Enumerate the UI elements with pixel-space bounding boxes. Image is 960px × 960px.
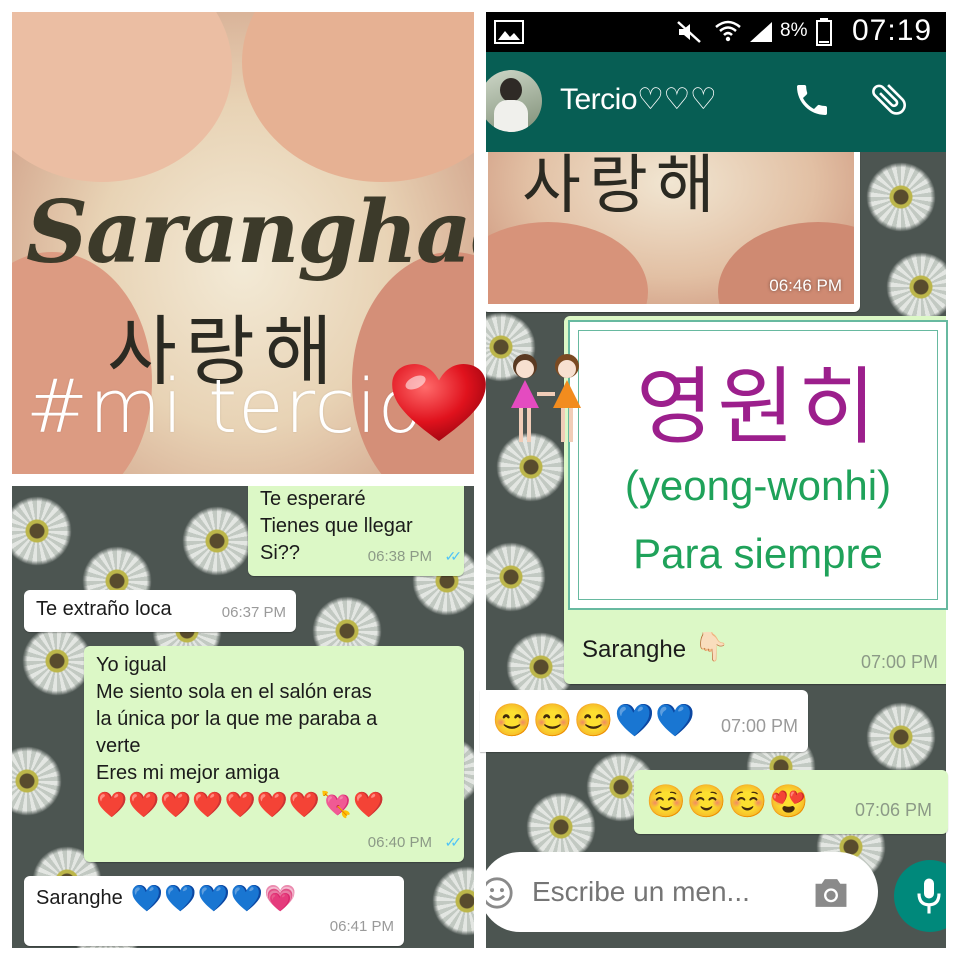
image-korean-text: 사랑해 [522,152,723,223]
status-time: 07:19 [852,14,933,47]
red-heart-sticker [392,363,486,442]
message-line: la única por la que me paraba a [96,708,378,730]
mic-icon [917,878,941,914]
message-line: Saranghe [36,886,123,909]
two-girls-emoji [511,354,581,442]
camera-icon[interactable] [812,876,850,910]
message-time: 07:00 PM [720,716,798,736]
phone-icon[interactable] [792,80,832,120]
contact-name[interactable]: Tercio♡♡♡ [560,82,717,117]
right-hand-shape [242,12,474,182]
message-bubble-in[interactable]: Saranghe 💙💙💙💙💗 06:41 PM [24,876,404,946]
battery-percent: 8% [780,20,808,41]
message-line: Me siento sola en el salón eras [96,681,372,703]
card-romanization: (yeong-wonhi) [624,462,892,509]
blue-heart-emojis: 💙💙💙💙💗 [130,883,298,913]
message-line: Te esperaré [260,488,366,510]
double-check-icon: ✓✓ [444,548,463,564]
chat-header: Tercio♡♡♡ [486,52,946,152]
message-time: 06:40 PM [367,834,432,851]
message-bubble-out[interactable]: Yo igual Me siento sola en el salón eras… [84,646,464,862]
message-line: Eres mi mejor amiga [96,762,280,784]
mute-icon [677,21,701,43]
message-input[interactable] [532,874,782,910]
card-korean-word: 영원히 [636,358,880,456]
composer-bar [486,852,946,948]
image-thumbnail: 사랑해 06:46 PM [488,152,854,304]
emoji-icon[interactable] [486,876,514,910]
signal-icon [750,22,772,42]
message-time: 06:41 PM [329,918,394,935]
saranghae-title: Saranghae [26,182,474,283]
battery-icon [816,18,832,46]
status-bar: 8% 07:19 [486,12,946,52]
message-bubble-out[interactable]: ☺️☺️☺️😍 07:06 PM [634,770,948,834]
paperclip-icon[interactable] [868,78,910,120]
card-translation: Para siempre [633,530,883,577]
image-message[interactable]: 사랑해 06:46 PM [486,152,860,312]
avatar[interactable] [486,70,542,132]
hashtag-text: #mi tercio [26,364,425,450]
message-input-pill[interactable] [486,852,878,932]
pointing-down-emoji: 👇🏻 [694,631,729,662]
message-line: verte [96,735,141,757]
left-hand-shape [12,12,232,182]
image-icon [494,20,524,44]
card-caption: Saranghe [582,636,687,663]
message-time: 07:00 PM [860,652,938,672]
message-time: 06:37 PM [221,604,286,621]
left-chat-panel: Te esperaré Tienes que llegar Si?? 06:38… [12,486,474,948]
message-bubble-out[interactable]: Te esperaré Tienes que llegar Si?? 06:38… [248,486,464,576]
message-bubble-in[interactable]: 😊😊😊💙💙 07:00 PM [480,690,808,752]
message-time: 06:46 PM [769,276,842,295]
message-line: Yo igual [96,654,167,676]
message-time: 06:38 PM [367,548,432,565]
heart-emojis: ❤️❤️❤️❤️❤️❤️❤️💘❤️ [96,791,386,819]
message-line: Tienes que llegar [260,515,413,537]
wifi-icon [715,20,741,42]
message-bubble-in[interactable]: Te extraño loca 06:37 PM [24,590,296,632]
korean-word-card: 영원히 (yeong-wonhi) Para siempre [568,320,948,610]
message-time: 07:06 PM [854,800,932,820]
mic-button[interactable] [894,860,946,932]
double-check-icon: ✓✓ [444,834,463,850]
